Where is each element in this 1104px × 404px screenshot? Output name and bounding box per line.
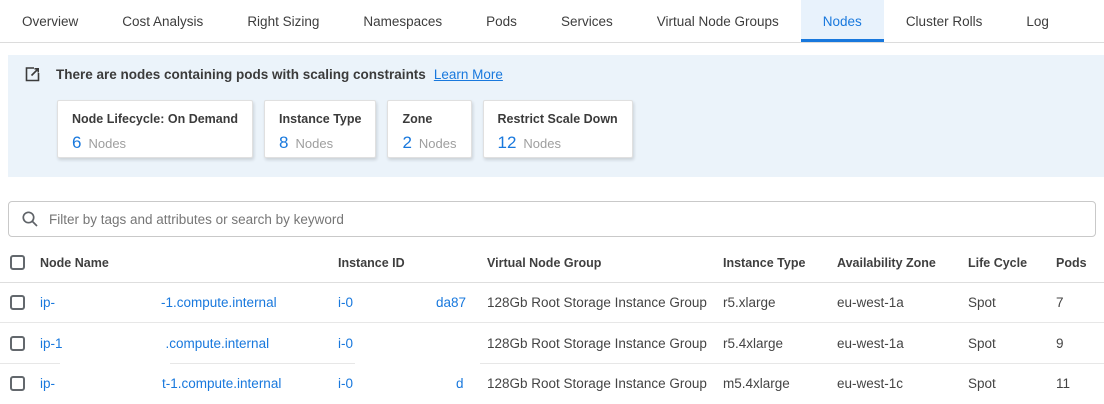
card-title: Node Lifecycle: On Demand <box>72 112 238 126</box>
availability-zone-cell: eu-west-1c <box>837 376 968 391</box>
redaction-gap <box>55 384 162 385</box>
card-title: Zone <box>402 112 456 126</box>
life-cycle-cell: Spot <box>968 376 1056 391</box>
instance-type-cell: m5.4xlarge <box>723 376 837 391</box>
scaling-constraints-banner: There are nodes containing pods with sca… <box>8 55 1104 177</box>
node-name-prefix: ip- <box>40 376 55 391</box>
constraint-card-instance-type[interactable]: Instance Type 8 Nodes <box>264 100 376 158</box>
nodes-page: Overview Cost Analysis Right Sizing Name… <box>0 0 1104 404</box>
node-name-prefix: ip- <box>40 295 55 310</box>
instance-id-prefix: i-0 <box>338 376 353 391</box>
tab-virtual-node-groups[interactable]: Virtual Node Groups <box>635 0 801 42</box>
node-name-suffix: t-1.compute.internal <box>162 376 281 391</box>
instance-id-prefix: i-0 <box>338 336 353 351</box>
availability-zone-cell: eu-west-1a <box>837 336 968 351</box>
tab-cluster-rolls[interactable]: Cluster Rolls <box>884 0 1005 42</box>
node-name-prefix: ip-1 <box>40 336 63 351</box>
column-header-virtual-node-group: Virtual Node Group <box>487 256 723 270</box>
instance-id-suffix: d <box>456 376 464 391</box>
row-checkbox[interactable] <box>10 295 25 310</box>
tab-pods[interactable]: Pods <box>464 0 539 42</box>
tab-nodes[interactable]: Nodes <box>801 0 884 42</box>
card-count: 2 <box>402 133 411 153</box>
instance-type-cell: r5.xlarge <box>723 295 837 310</box>
tab-cost-analysis[interactable]: Cost Analysis <box>100 0 225 42</box>
card-unit: Nodes <box>419 136 457 151</box>
node-name-link[interactable]: ip- -1.compute.internal <box>40 295 338 310</box>
constraint-cards: Node Lifecycle: On Demand 6 Nodes Instan… <box>57 100 1088 158</box>
column-header-node-name: Node Name <box>40 256 338 270</box>
learn-more-link[interactable]: Learn More <box>434 67 503 82</box>
card-count: 8 <box>279 133 288 153</box>
constraint-card-restrict-scale-down[interactable]: Restrict Scale Down 12 Nodes <box>483 100 633 158</box>
select-all-checkbox[interactable] <box>10 255 25 270</box>
redaction-gap <box>353 343 453 344</box>
table-header-row: Node Name Instance ID Virtual Node Group… <box>0 243 1104 283</box>
life-cycle-cell: Spot <box>968 336 1056 351</box>
availability-zone-cell: eu-west-1a <box>837 295 968 310</box>
card-unit: Nodes <box>88 136 126 151</box>
pods-cell: 7 <box>1056 295 1104 310</box>
redaction-gap <box>55 303 161 304</box>
redaction-gap <box>353 303 436 304</box>
row-checkbox[interactable] <box>10 336 25 351</box>
scaling-constraint-icon <box>24 66 41 83</box>
column-header-pods: Pods <box>1056 256 1104 270</box>
tab-overview[interactable]: Overview <box>0 0 100 42</box>
pods-cell: 11 <box>1056 376 1104 391</box>
search-icon <box>21 210 39 228</box>
card-unit: Nodes <box>523 136 561 151</box>
node-name-link[interactable]: ip-1 .compute.internal <box>40 336 338 351</box>
virtual-node-group-cell: 128Gb Root Storage Instance Group <box>487 295 723 310</box>
card-count: 6 <box>72 133 81 153</box>
life-cycle-cell: Spot <box>968 295 1056 310</box>
nodes-table: Node Name Instance ID Virtual Node Group… <box>0 243 1104 404</box>
column-header-instance-id: Instance ID <box>338 256 487 270</box>
instance-id-link[interactable]: i-0 d <box>338 376 487 391</box>
node-name-suffix: -1.compute.internal <box>161 295 277 310</box>
card-unit: Nodes <box>295 136 333 151</box>
instance-id-link[interactable]: i-0 <box>338 336 487 351</box>
instance-type-cell: r5.4xlarge <box>723 336 837 351</box>
virtual-node-group-cell: 128Gb Root Storage Instance Group <box>487 376 723 391</box>
banner-message-row: There are nodes containing pods with sca… <box>24 66 1088 83</box>
constraint-card-node-lifecycle[interactable]: Node Lifecycle: On Demand 6 Nodes <box>57 100 253 158</box>
instance-id-prefix: i-0 <box>338 295 353 310</box>
virtual-node-group-cell: 128Gb Root Storage Instance Group <box>487 336 723 351</box>
constraint-card-zone[interactable]: Zone 2 Nodes <box>387 100 471 158</box>
table-row: ip-1 .compute.internal i-0 128Gb Root Sto… <box>0 323 1104 363</box>
tab-bar: Overview Cost Analysis Right Sizing Name… <box>0 0 1104 43</box>
filter-bar <box>8 201 1096 237</box>
redaction-gap <box>353 384 456 385</box>
redaction-gap <box>63 343 166 344</box>
row-checkbox[interactable] <box>10 376 25 391</box>
banner-message: There are nodes containing pods with sca… <box>56 67 426 82</box>
card-title: Instance Type <box>279 112 361 126</box>
node-name-link[interactable]: ip-t-1.compute.internal <box>40 376 338 391</box>
instance-id-suffix: da87 <box>436 295 466 310</box>
node-name-suffix: .compute.internal <box>166 336 270 351</box>
pods-cell: 9 <box>1056 336 1104 351</box>
table-row: ip-t-1.compute.internal i-0 d 128Gb Root … <box>0 363 1104 404</box>
card-title: Restrict Scale Down <box>498 112 618 126</box>
tab-namespaces[interactable]: Namespaces <box>341 0 464 42</box>
tab-log[interactable]: Log <box>1004 0 1071 42</box>
column-header-life-cycle: Life Cycle <box>968 256 1056 270</box>
instance-id-link[interactable]: i-0 da87 <box>338 295 487 310</box>
tab-right-sizing[interactable]: Right Sizing <box>225 0 341 42</box>
card-count: 12 <box>498 133 517 153</box>
filter-input[interactable] <box>49 212 1083 227</box>
column-header-availability-zone: Availability Zone <box>837 256 968 270</box>
column-header-instance-type: Instance Type <box>723 256 837 270</box>
table-row: ip- -1.compute.internal i-0 da87 128Gb Roo… <box>0 283 1104 323</box>
tab-services[interactable]: Services <box>539 0 635 42</box>
